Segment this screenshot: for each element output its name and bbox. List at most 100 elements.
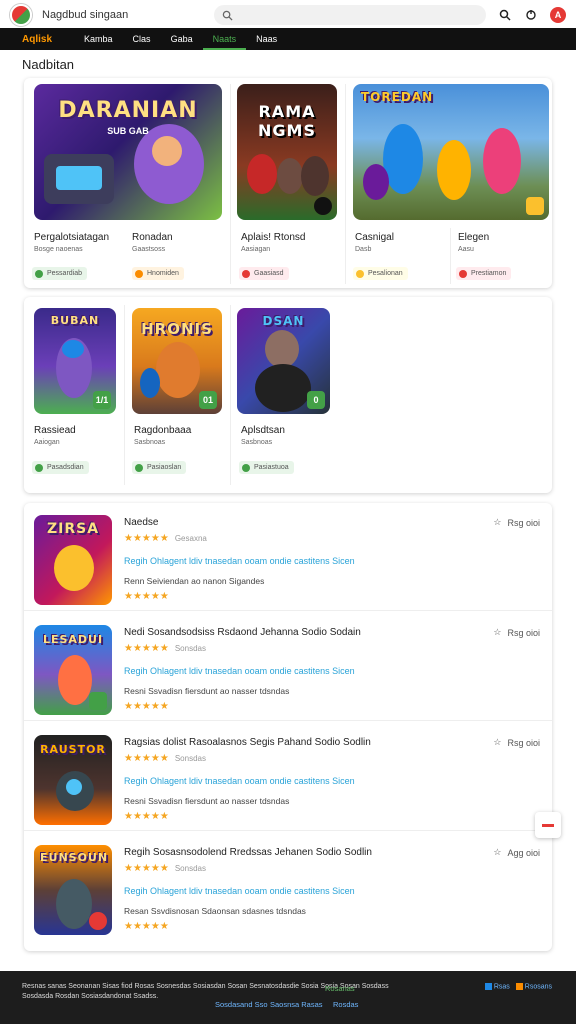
search-input[interactable] — [214, 5, 486, 25]
game-art-title: BUBAN — [50, 314, 100, 327]
game-art-title: RAUSTOR — [40, 743, 106, 756]
bookmark-button[interactable]: ☆ Rsg oioi — [493, 627, 540, 638]
game-thumbnail[interactable]: HRONIS 01 — [132, 308, 222, 414]
game-name[interactable]: Casnigal — [355, 232, 394, 243]
bookmark-label: Rsg oioi — [507, 737, 540, 748]
game-thumbnail[interactable]: BUBAN 1/1 — [34, 308, 116, 414]
featured-games-panel: DARANIAN SUB GAB Pergalotsiatagan Bosge … — [24, 78, 552, 288]
footer-link[interactable]: Sosdasand Sso — [215, 1000, 268, 1009]
game-description: Renn Seiviendan ao nanon Sigandes — [124, 576, 265, 586]
game-link[interactable]: Regih Ohlagent ldiv tnasedan ooam ondie … — [124, 666, 355, 676]
game-link[interactable]: Regih Ohlagent ldiv tnasedan ooam ondie … — [124, 556, 355, 566]
game-name[interactable]: Elegen — [458, 232, 489, 243]
game-art-title: HRONIS — [141, 320, 213, 338]
game-badge: 0 — [307, 391, 325, 409]
game-thumbnail[interactable]: LESADUI — [34, 625, 112, 715]
game-title[interactable]: Naedse — [124, 517, 158, 528]
bookmark-button[interactable]: ☆ Agg oioi — [493, 847, 540, 858]
footer: Resnas sanas Seonanan Sisas fiod Rosas S… — [0, 971, 576, 1024]
game-thumbnail[interactable]: TOREDAN — [353, 84, 549, 220]
game-tag[interactable]: Pesalionan — [353, 267, 408, 280]
site-title[interactable]: Nagdbud singaan — [42, 9, 192, 21]
game-name[interactable]: Aplsdtsan — [241, 425, 285, 436]
nav-brand[interactable]: Aqlisk — [22, 34, 52, 45]
rating: ★★★★★ Gesaxna — [124, 533, 207, 544]
footer-text: Sosdasda Rosdan Sosiasdandonat Ssadss. — [22, 993, 159, 1000]
rating-secondary: ★★★★★ — [124, 921, 169, 932]
star-outline-icon: ☆ — [493, 627, 502, 637]
search-icon[interactable] — [498, 8, 512, 22]
scroll-action-button[interactable] — [535, 812, 561, 838]
footer-badge[interactable]: Rsas — [484, 983, 510, 990]
avatar[interactable]: A — [550, 7, 566, 23]
rating-meta: Gesaxna — [174, 534, 207, 543]
main-nav: Aqlisk Kamba Clas Gaba Naats Naas — [0, 28, 576, 50]
footer-highlight[interactable]: Rosanas — [325, 984, 355, 993]
minus-icon — [542, 823, 554, 827]
section-title: Nadbitan — [22, 57, 75, 72]
rating: ★★★★★ Sonsdas — [124, 863, 206, 874]
game-tag[interactable]: Pasiastuoa — [239, 461, 294, 474]
game-subtitle: Aasu — [458, 246, 474, 253]
nav-item[interactable]: Kamba — [74, 28, 123, 50]
nav-item[interactable]: Clas — [123, 28, 161, 50]
list-item[interactable]: EUNSOUN Regih Sosasnsodolend Rredssas Je… — [24, 833, 552, 941]
rating-meta: Sonsdas — [174, 864, 206, 873]
game-art-title: TOREDAN — [361, 90, 434, 104]
footer-link[interactable]: Saosnsa Rasas — [270, 1000, 323, 1009]
game-badge: 1/1 — [93, 391, 111, 409]
game-thumbnail[interactable]: RAUSTOR — [34, 735, 112, 825]
game-badge — [89, 692, 107, 710]
game-tag-label: Gaasiasd — [254, 270, 284, 277]
game-name[interactable]: Pergalotsiatagan — [34, 232, 109, 243]
bookmark-label: Rsg oioi — [507, 627, 540, 638]
bookmark-button[interactable]: ☆ Rsg oioi — [493, 517, 540, 528]
game-title[interactable]: Nedi Sosandsodsiss Rsdaond Jehanna Sodio… — [124, 627, 361, 638]
game-name[interactable]: Rassiead — [34, 425, 76, 436]
game-name[interactable]: Aplais! Rtonsd — [241, 232, 305, 243]
game-subtitle: Aasiagan — [241, 246, 271, 253]
game-subtitle: Aaiogan — [34, 439, 60, 446]
game-link[interactable]: Regih Ohlagent ldiv tnasedan ooam ondie … — [124, 886, 355, 896]
notification-icon[interactable] — [524, 8, 538, 22]
footer-badge[interactable]: Rsosans — [515, 983, 552, 990]
game-thumbnail[interactable]: EUNSOUN — [34, 845, 112, 935]
game-thumbnail[interactable]: RAMA NGMS — [237, 84, 337, 220]
game-title[interactable]: Ragsias dolist Rasoalasnos Segis Pahand … — [124, 737, 371, 748]
list-item[interactable]: LESADUI Nedi Sosandsodsiss Rsdaond Jehan… — [24, 613, 552, 721]
game-thumbnail[interactable]: DARANIAN SUB GAB — [34, 84, 222, 220]
game-art-title: ZIRSA — [46, 521, 100, 537]
game-tag[interactable]: Hnomiden — [132, 267, 184, 280]
game-art-subtitle: SUB GAB — [107, 126, 149, 136]
game-tag[interactable]: Pasadsdian — [32, 461, 89, 474]
game-tag[interactable]: Pessardiab — [32, 267, 88, 280]
game-tag-label: Prestiamon — [471, 270, 507, 277]
game-name[interactable]: Ragdonbaaa — [134, 425, 191, 436]
game-link[interactable]: Regih Ohlagent ldiv tnasedan ooam ondie … — [124, 776, 355, 786]
list-item[interactable]: RAUSTOR Ragsias dolist Rasoalasnos Segis… — [24, 723, 552, 831]
game-thumbnail[interactable]: ZIRSA — [34, 515, 112, 605]
rating: ★★★★★ Sonsdas — [124, 643, 206, 654]
nav-item-active[interactable]: Naats — [202, 28, 247, 50]
rating-secondary: ★★★★★ — [124, 701, 169, 712]
rating-meta: Sonsdas — [174, 644, 206, 653]
game-badge — [89, 912, 107, 930]
list-item[interactable]: ZIRSA Naedse ☆ Rsg oioi ★★★★★ Gesaxna Regi… — [24, 503, 552, 611]
site-logo[interactable] — [10, 4, 32, 26]
game-tag-label: Pesalionan — [368, 270, 403, 277]
game-tag[interactable]: Gaasiasd — [239, 267, 289, 280]
rating-secondary: ★★★★★ — [124, 811, 169, 822]
nav-item[interactable]: Naas — [246, 28, 287, 50]
search-icon — [222, 10, 233, 21]
game-tag[interactable]: Pasiaoslan — [132, 461, 187, 474]
game-tag[interactable]: Prestiamon — [456, 267, 512, 280]
game-thumbnail[interactable]: DSAN 0 — [237, 308, 330, 414]
game-subtitle: Sasbnoas — [241, 439, 273, 446]
game-art-title: DARANIAN — [58, 98, 198, 123]
game-name[interactable]: Ronadan — [132, 232, 173, 243]
nav-item[interactable]: Gaba — [161, 28, 203, 50]
top-bar: Nagdbud singaan A — [0, 0, 576, 30]
game-title[interactable]: Regih Sosasnsodolend Rredssas Jehanen So… — [124, 847, 372, 858]
bookmark-button[interactable]: ☆ Rsg oioi — [493, 737, 540, 748]
footer-link[interactable]: Rosdas — [333, 1000, 358, 1009]
